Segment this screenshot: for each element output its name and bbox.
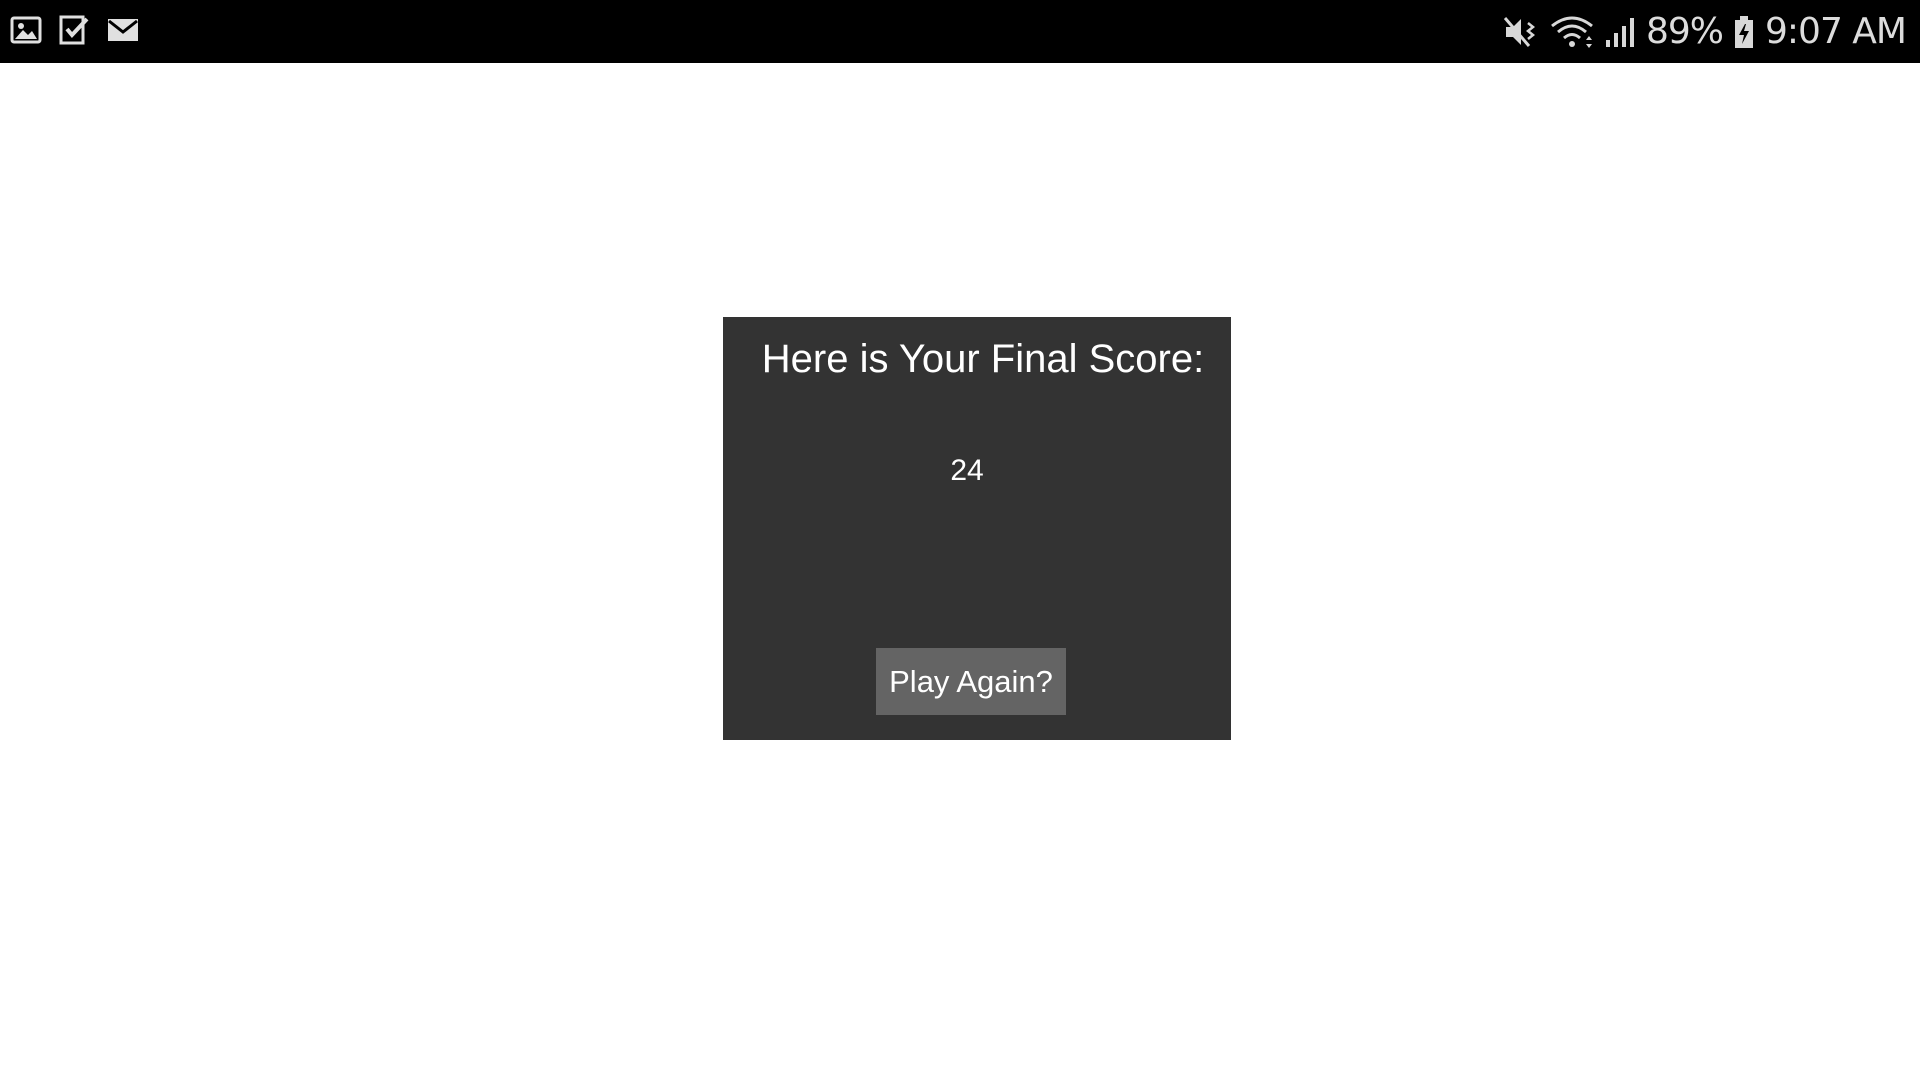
notification-icons [10, 14, 140, 46]
battery-percent: 89% [1646, 11, 1724, 52]
mail-icon [106, 14, 140, 46]
final-score-title: Here is Your Final Score: [761, 337, 1205, 381]
vibrate-mute-icon [1502, 14, 1540, 50]
task-check-icon [58, 14, 90, 46]
play-again-button[interactable]: Play Again? [876, 648, 1066, 715]
score-value: 24 [950, 454, 984, 487]
wifi-icon [1550, 14, 1594, 50]
final-score-dialog: Here is Your Final Score: 24 Play Again? [723, 317, 1231, 740]
battery-charging-icon [1733, 14, 1755, 50]
clock: 9:07 AM [1765, 11, 1907, 52]
status-bar: 89% 9:07 AM [0, 0, 1920, 63]
gallery-icon [10, 14, 42, 46]
system-status: 89% 9:07 AM [1502, 0, 1907, 63]
signal-icon [1604, 14, 1636, 50]
